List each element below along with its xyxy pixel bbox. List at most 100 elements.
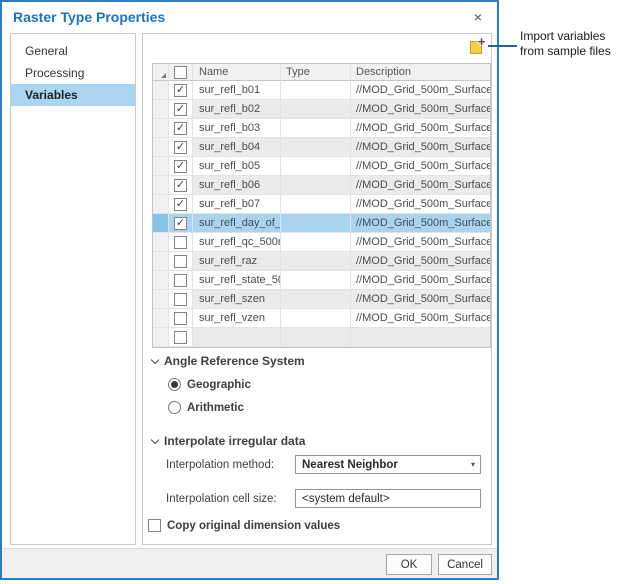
variable-name-cell[interactable]: sur_refl_b05: [193, 157, 281, 176]
variable-name-cell[interactable]: [193, 328, 281, 347]
row-selector-cell[interactable]: [153, 119, 169, 138]
column-header-name[interactable]: Name: [193, 64, 281, 81]
row-selector-cell[interactable]: [153, 81, 169, 100]
row-checkbox[interactable]: [174, 160, 187, 173]
copy-dimension-values-option[interactable]: Copy original dimension values: [148, 519, 340, 532]
interpolation-method-value: Nearest Neighbor: [302, 459, 398, 471]
table-row[interactable]: sur_refl_state_500m //MOD_Grid_500m_Surf…: [153, 271, 490, 290]
row-checkbox[interactable]: [174, 198, 187, 211]
variable-type-cell: [281, 119, 351, 138]
table-row[interactable]: sur_refl_raz //MOD_Grid_500m_Surface_Ref…: [153, 252, 490, 271]
interpolate-section-header[interactable]: Interpolate irregular data: [152, 434, 305, 448]
radio-option-geographic[interactable]: Geographic: [168, 378, 251, 391]
interpolation-method-label: Interpolation method:: [166, 459, 274, 471]
callout-leader-line: [488, 45, 517, 47]
row-checkbox-cell: [169, 81, 193, 100]
row-checkbox[interactable]: [174, 274, 187, 287]
variable-name-cell[interactable]: sur_refl_b02: [193, 100, 281, 119]
variable-type-cell: [281, 328, 351, 347]
row-checkbox[interactable]: [174, 141, 187, 154]
row-selector-cell[interactable]: [153, 252, 169, 271]
variable-description-cell: //MOD_Grid_500m_Surface_Ref...: [351, 271, 490, 290]
variable-description-cell: //MOD_Grid_500m_Surface_Ref...: [351, 233, 490, 252]
variable-name-cell[interactable]: sur_refl_state_500m: [193, 271, 281, 290]
table-row[interactable]: sur_refl_b07 //MOD_Grid_500m_Surface_Ref…: [153, 195, 490, 214]
table-row[interactable]: sur_refl_b02 //MOD_Grid_500m_Surface_Ref…: [153, 100, 490, 119]
import-variables-button[interactable]: +: [470, 38, 487, 54]
table-row[interactable]: [153, 328, 490, 347]
angle-reference-section-header[interactable]: Angle Reference System: [152, 354, 305, 368]
variable-type-cell: [281, 100, 351, 119]
sidebar-item-variables[interactable]: Variables: [11, 84, 135, 106]
row-checkbox[interactable]: [174, 293, 187, 306]
table-row[interactable]: sur_refl_b05 //MOD_Grid_500m_Surface_Ref…: [153, 157, 490, 176]
row-checkbox[interactable]: [174, 331, 187, 344]
variable-type-cell: [281, 176, 351, 195]
dialog-title: Raster Type Properties: [13, 9, 165, 25]
variable-name-cell[interactable]: sur_refl_raz: [193, 252, 281, 271]
row-checkbox-cell: [169, 195, 193, 214]
table-row[interactable]: sur_refl_vzen //MOD_Grid_500m_Surface_Re…: [153, 309, 490, 328]
ok-button[interactable]: OK: [386, 554, 432, 575]
row-selector-cell[interactable]: [153, 328, 169, 347]
variable-name-cell[interactable]: sur_refl_b07: [193, 195, 281, 214]
row-checkbox[interactable]: [174, 217, 187, 230]
table-row[interactable]: sur_refl_b03 //MOD_Grid_500m_Surface_Ref…: [153, 119, 490, 138]
row-selector-cell[interactable]: [153, 233, 169, 252]
variable-name-cell[interactable]: sur_refl_qc_500m: [193, 233, 281, 252]
variable-description-cell: //MOD_Grid_500m_Surface_Ref...: [351, 100, 490, 119]
table-row[interactable]: sur_refl_b01 //MOD_Grid_500m_Surface_Ref…: [153, 81, 490, 100]
variable-name-cell[interactable]: sur_refl_vzen: [193, 309, 281, 328]
interpolation-cellsize-input[interactable]: [295, 489, 481, 508]
row-checkbox[interactable]: [174, 312, 187, 325]
row-selector-cell[interactable]: [153, 271, 169, 290]
row-selector-cell[interactable]: [153, 214, 169, 233]
variable-name-cell[interactable]: sur_refl_day_of_year: [193, 214, 281, 233]
table-row[interactable]: sur_refl_b06 //MOD_Grid_500m_Surface_Ref…: [153, 176, 490, 195]
variable-name-cell[interactable]: sur_refl_b04: [193, 138, 281, 157]
table-row[interactable]: sur_refl_qc_500m //MOD_Grid_500m_Surface…: [153, 233, 490, 252]
variable-name-cell[interactable]: sur_refl_b03: [193, 119, 281, 138]
variable-name-cell[interactable]: sur_refl_b06: [193, 176, 281, 195]
interpolate-section-title: Interpolate irregular data: [164, 434, 305, 448]
row-checkbox[interactable]: [174, 84, 187, 97]
variables-panel: + Name Type Description sur_refl: [142, 33, 492, 545]
variable-type-cell: [281, 233, 351, 252]
table-row[interactable]: sur_refl_szen //MOD_Grid_500m_Surface_Re…: [153, 290, 490, 309]
table-row[interactable]: sur_refl_day_of_year //MOD_Grid_500m_Sur…: [153, 214, 490, 233]
sidebar-item-label: Processing: [25, 66, 84, 80]
row-selector-cell[interactable]: [153, 138, 169, 157]
variable-name-cell[interactable]: sur_refl_szen: [193, 290, 281, 309]
variable-name-cell[interactable]: sur_refl_b01: [193, 81, 281, 100]
row-selector-cell[interactable]: [153, 157, 169, 176]
column-header-type[interactable]: Type: [281, 64, 351, 81]
row-selector-cell[interactable]: [153, 309, 169, 328]
row-checkbox-cell: [169, 271, 193, 290]
column-header-description[interactable]: Description: [351, 64, 490, 81]
select-all-checkbox[interactable]: [174, 66, 187, 79]
row-selector-cell[interactable]: [153, 290, 169, 309]
row-selector-header[interactable]: [153, 64, 169, 81]
row-checkbox-cell: [169, 309, 193, 328]
sidebar-item-processing[interactable]: Processing: [11, 62, 135, 84]
row-checkbox[interactable]: [174, 236, 187, 249]
table-row[interactable]: sur_refl_b04 //MOD_Grid_500m_Surface_Ref…: [153, 138, 490, 157]
row-selector-cell[interactable]: [153, 195, 169, 214]
interpolation-method-dropdown[interactable]: Nearest Neighbor ▾: [295, 455, 481, 474]
row-selector-cell[interactable]: [153, 100, 169, 119]
variable-type-cell: [281, 309, 351, 328]
row-checkbox[interactable]: [174, 122, 187, 135]
row-checkbox-cell: [169, 214, 193, 233]
row-checkbox[interactable]: [174, 179, 187, 192]
row-checkbox[interactable]: [174, 255, 187, 268]
dropdown-caret-icon: ▾: [471, 460, 475, 469]
row-checkbox[interactable]: [174, 103, 187, 116]
sidebar-item-general[interactable]: General: [11, 40, 135, 62]
row-selector-cell[interactable]: [153, 176, 169, 195]
close-icon[interactable]: ×: [469, 8, 487, 26]
chevron-down-icon: [151, 356, 159, 364]
variable-description-cell: //MOD_Grid_500m_Surface_Ref...: [351, 309, 490, 328]
cancel-button[interactable]: Cancel: [438, 554, 492, 575]
variable-description-cell: //MOD_Grid_500m_Surface_Ref...: [351, 214, 490, 233]
radio-option-arithmetic[interactable]: Arithmetic: [168, 401, 244, 414]
